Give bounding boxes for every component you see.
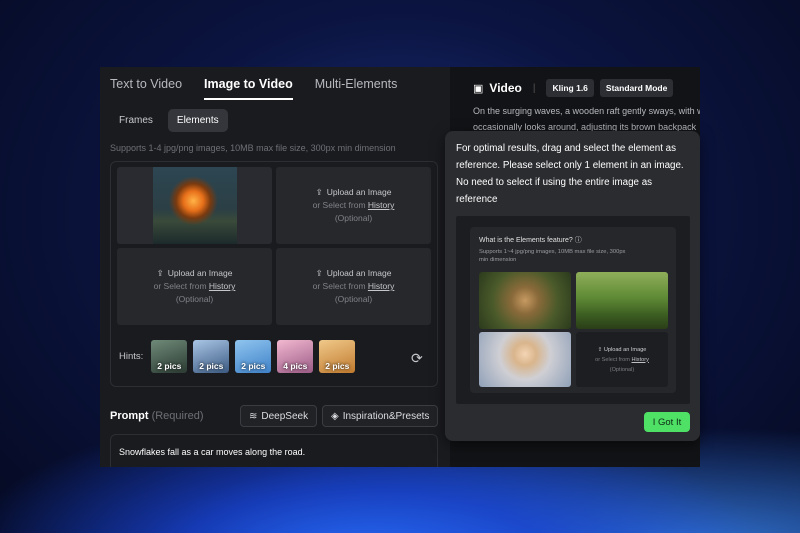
- history-link[interactable]: History: [209, 281, 235, 291]
- hint-thumb-1[interactable]: 2 pics: [151, 340, 188, 373]
- demo-park-image: [576, 272, 668, 329]
- optional-text: (Optional): [175, 294, 214, 304]
- demo-title-text: What is the Elements feature?: [479, 237, 573, 244]
- tab-text-to-video[interactable]: Text to Video: [110, 77, 182, 100]
- prompt-label: Prompt (Required): [110, 410, 204, 422]
- hint-count: 2 pics: [157, 361, 182, 371]
- deepseek-label: DeepSeek: [261, 410, 309, 422]
- upload-title: Upload an Image: [326, 268, 392, 278]
- hint-thumb-5[interactable]: 2 pics: [319, 340, 356, 373]
- left-panel: Text to Video Image to Video Multi-Eleme…: [100, 67, 450, 467]
- prompt-text: Snowflakes fall as a car moves along the…: [119, 447, 306, 457]
- demo-dog-image: [479, 272, 571, 329]
- hint-count: 2 pics: [199, 361, 224, 371]
- deepseek-button[interactable]: ≋ DeepSeek: [240, 405, 318, 427]
- upload-slot-3[interactable]: ⇪ Upload an Image or Select from History …: [117, 248, 272, 325]
- demo-or-select: or Select from: [595, 356, 630, 363]
- optional-text: (Optional): [334, 213, 373, 223]
- sub-tabs: Frames Elements: [110, 109, 228, 132]
- video-header: ▣ Video | Kling 1.6 Standard Mode: [473, 79, 674, 97]
- demo-woman-image: [479, 332, 571, 387]
- mode-tabs: Text to Video Image to Video Multi-Eleme…: [110, 77, 397, 100]
- tab-multi-elements[interactable]: Multi-Elements: [315, 77, 398, 100]
- upload-slot-4[interactable]: ⇪ Upload an Image or Select from History …: [276, 248, 431, 325]
- hint-count: 2 pics: [241, 361, 266, 371]
- lightbulb-icon: ◈: [331, 410, 339, 422]
- video-icon: ▣: [473, 82, 484, 95]
- upload-icon: ⇪: [315, 268, 323, 278]
- demo-title: What is the Elements feature? ⓘ: [479, 235, 582, 245]
- tab-image-to-video[interactable]: Image to Video: [204, 77, 293, 100]
- inspiration-button[interactable]: ◈ Inspiration&Presets: [322, 405, 439, 427]
- inspiration-label: Inspiration&Presets: [342, 410, 430, 422]
- demo-illustration: What is the Elements feature? ⓘ Supports…: [456, 216, 690, 404]
- upload-title: Upload an Image: [326, 187, 392, 197]
- uploaded-image-pumpkin[interactable]: [117, 167, 272, 244]
- or-select-text: or Select from: [312, 200, 366, 210]
- upload-icon: ⇪: [597, 346, 603, 353]
- history-link[interactable]: History: [368, 281, 394, 291]
- popup-text: For optimal results, drag and select the…: [456, 143, 684, 205]
- subtab-frames[interactable]: Frames: [110, 109, 162, 132]
- or-select-text: or Select from: [312, 281, 366, 291]
- deepseek-icon: ≋: [249, 410, 258, 422]
- elements-upload-area: ⇪ Upload an Image or Select from History …: [110, 161, 438, 387]
- subtab-elements[interactable]: Elements: [167, 109, 228, 132]
- history-link[interactable]: History: [368, 200, 394, 210]
- or-select-text: or Select from: [153, 281, 207, 291]
- hint-thumb-4[interactable]: 4 pics: [277, 340, 314, 373]
- prompt-required: (Required): [151, 410, 204, 422]
- hint-count: 4 pics: [283, 361, 308, 371]
- pumpkin-image: [153, 167, 237, 244]
- elements-tooltip-popup: For optimal results, drag and select the…: [445, 131, 700, 441]
- refresh-icon[interactable]: ⟳: [411, 350, 423, 367]
- divider: |: [532, 82, 536, 94]
- prompt-input[interactable]: Snowflakes fall as a car moves along the…: [110, 434, 438, 467]
- upload-slot-2[interactable]: ⇪ Upload an Image or Select from History …: [276, 167, 431, 244]
- hint-thumb-3[interactable]: 2 pics: [235, 340, 272, 373]
- demo-optional: (Optional): [609, 366, 635, 373]
- demo-subtitle: Supports 1~4 jpg/png images, 10MB max fi…: [479, 249, 626, 263]
- demo-history: History: [631, 356, 649, 363]
- video-title: Video: [489, 81, 522, 95]
- mode-chip[interactable]: Standard Mode: [599, 79, 674, 97]
- demo-upload-title: Upload an Image: [603, 346, 647, 353]
- demo-upload-slot: ⇪ Upload an Image or Select from History…: [576, 332, 668, 387]
- hint-thumb-2[interactable]: 2 pics: [193, 340, 230, 373]
- desc-line-1: On the surging waves, a wooden raft gent…: [473, 106, 700, 116]
- support-text: Supports 1-4 jpg/png images, 10MB max fi…: [110, 143, 396, 153]
- upload-title: Upload an Image: [167, 268, 233, 278]
- model-chip[interactable]: Kling 1.6: [546, 79, 594, 97]
- prompt-title: Prompt: [110, 410, 149, 422]
- hint-count: 2 pics: [325, 361, 350, 371]
- upload-icon: ⇪: [156, 268, 164, 278]
- optional-text: (Optional): [334, 294, 373, 304]
- help-icon: ⓘ: [574, 237, 582, 244]
- upload-icon: ⇪: [315, 187, 323, 197]
- demo-panel: What is the Elements feature? ⓘ Supports…: [470, 227, 676, 393]
- hints-row: Hints: 2 pics 2 pics 2 pics 4 pics 2 pic…: [119, 340, 356, 373]
- got-it-button[interactable]: I Got It: [644, 412, 690, 432]
- hints-label: Hints:: [119, 351, 144, 362]
